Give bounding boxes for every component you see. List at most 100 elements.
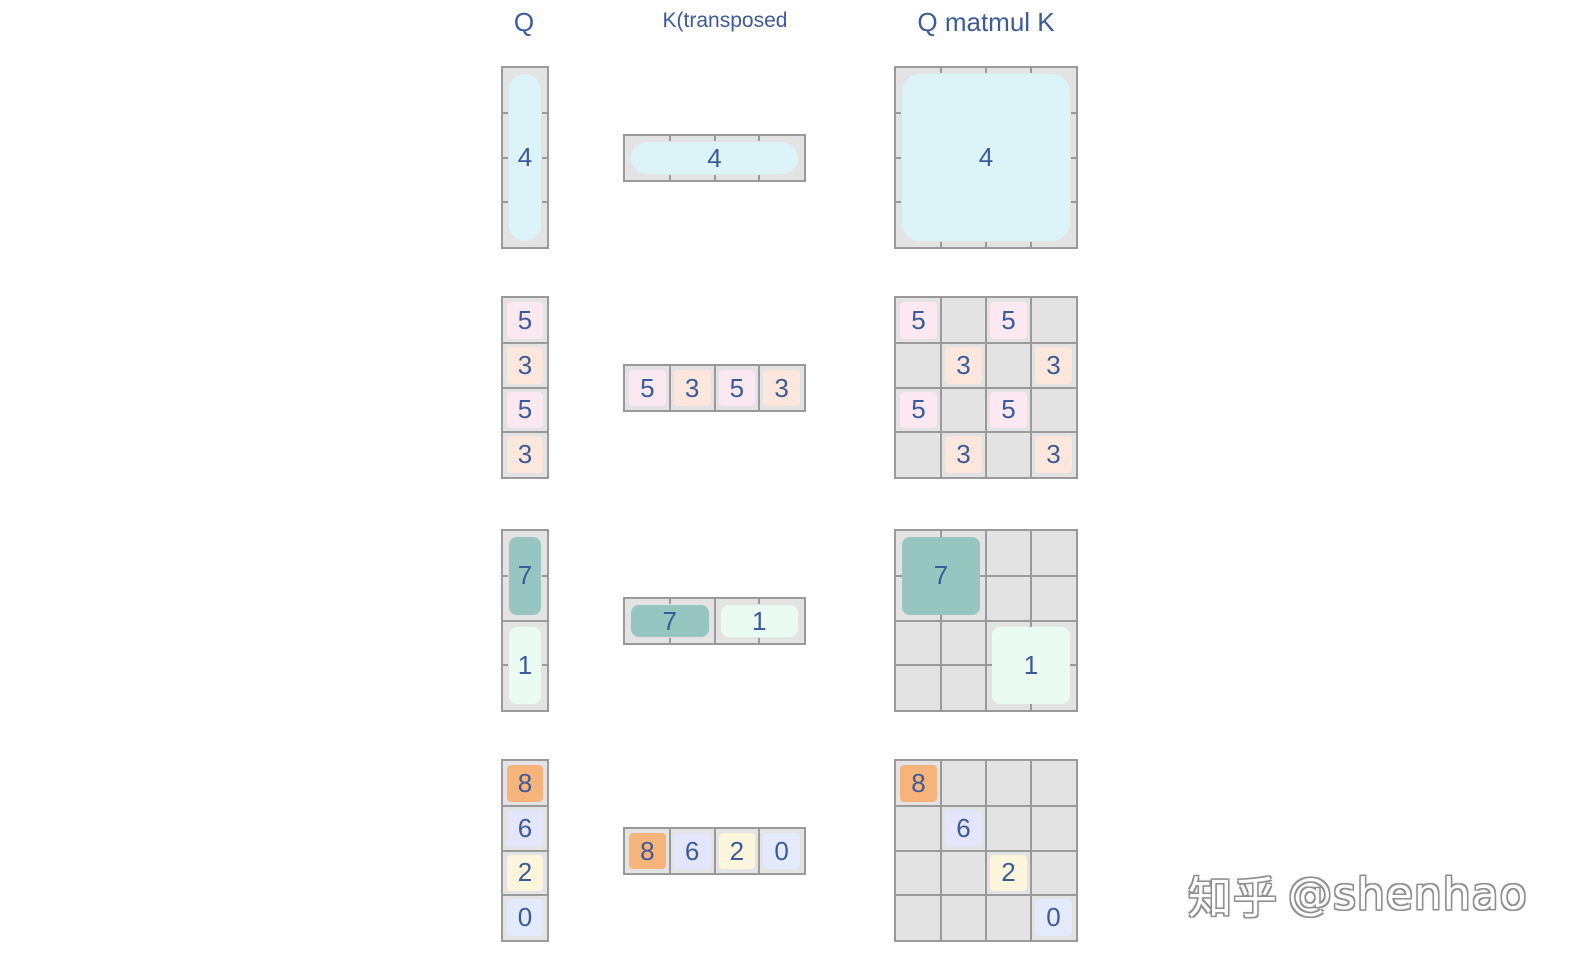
result-cell-row-2: 5 — [990, 391, 1027, 429]
result-cell-row-4: 0 — [1035, 899, 1072, 936]
result-matrix-row-2: 55335533 — [894, 296, 1078, 479]
grid-tick — [668, 175, 671, 180]
grid-line — [668, 829, 671, 873]
grid-tick — [503, 431, 508, 434]
grid-tick — [542, 804, 547, 807]
grid-tick — [1071, 201, 1076, 204]
grid-line — [503, 804, 547, 807]
grid-tick — [542, 619, 547, 622]
k-cell-row-4: 6 — [673, 833, 711, 869]
result-cell-row-2: 5 — [990, 302, 1027, 339]
grid-tick — [713, 175, 716, 180]
grid-line — [896, 849, 1076, 852]
k-cell-row-2: 3 — [763, 370, 800, 406]
grid-tick — [896, 894, 901, 897]
grid-tick — [896, 111, 901, 114]
grid-tick — [758, 599, 761, 604]
grid-tick — [896, 849, 901, 852]
grid-tick — [542, 574, 547, 577]
grid-tick — [1030, 298, 1032, 303]
result-cell-row-2: 5 — [900, 302, 937, 339]
grid-tick — [1071, 894, 1076, 897]
grid-tick — [896, 574, 901, 577]
k-matrix-row-3: 71 — [623, 597, 806, 645]
q-header: Q — [513, 7, 535, 37]
q-matrix-row-2: 5 3 5 3 — [501, 296, 549, 479]
grid-tick — [1071, 431, 1076, 434]
k-cell-row-2: 3 — [673, 370, 711, 406]
q-cell-row-4: 6 — [507, 809, 543, 847]
grid-line — [503, 849, 547, 852]
k-cell-row-4: 0 — [763, 833, 800, 869]
q-matrix-row-1: 4 — [501, 66, 549, 249]
grid-tick — [1071, 664, 1076, 667]
grid-tick — [1030, 531, 1032, 536]
result-matrix-row-4: 8620 — [894, 759, 1078, 942]
result-cell-row-3: 7 — [902, 537, 980, 615]
grid-tick — [1030, 935, 1032, 940]
grid-tick — [542, 894, 547, 897]
grid-tick — [713, 366, 716, 371]
grid-tick — [503, 619, 508, 622]
k-cell-row-4: 8 — [629, 833, 666, 869]
grid-tick — [503, 894, 508, 897]
k-matrix-row-1: 4 — [623, 134, 806, 182]
grid-line — [503, 431, 547, 434]
grid-tick — [940, 68, 942, 73]
result-matrix-row-3: 71 — [894, 529, 1078, 712]
grid-tick — [668, 829, 671, 834]
grid-tick — [985, 935, 987, 940]
grid-tick — [542, 156, 547, 159]
grid-line — [758, 829, 761, 873]
grid-tick — [896, 386, 901, 389]
result-cell-row-4: 8 — [900, 765, 937, 802]
grid-line — [503, 341, 547, 344]
q-cell-row-4: 0 — [507, 899, 543, 936]
grid-tick — [1030, 242, 1032, 247]
grid-line — [896, 894, 1076, 897]
q-matrix-row-3: 71 — [501, 529, 549, 712]
grid-tick — [758, 638, 761, 643]
grid-tick — [940, 242, 942, 247]
result-matrix-row-1: 4 — [894, 66, 1078, 249]
grid-tick — [503, 386, 508, 389]
grid-tick — [1071, 156, 1076, 159]
k-cell-row-4: 2 — [718, 833, 756, 869]
grid-tick — [503, 201, 508, 204]
grid-tick — [896, 201, 901, 204]
grid-tick — [896, 431, 901, 434]
grid-tick — [1030, 705, 1032, 710]
grid-tick — [1071, 849, 1076, 852]
grid-tick — [940, 472, 942, 477]
grid-tick — [758, 829, 761, 834]
watermark: 知乎 @shenhao — [1188, 864, 1533, 925]
grid-tick — [1071, 386, 1076, 389]
grid-line — [503, 386, 547, 389]
q-cell-row-3: 1 — [509, 626, 541, 704]
grid-tick — [1030, 68, 1032, 73]
grid-tick — [896, 341, 901, 344]
grid-line — [503, 894, 547, 897]
grid-tick — [940, 298, 942, 303]
grid-tick — [503, 111, 508, 114]
result-cell-row-4: 2 — [990, 854, 1027, 892]
k-matrix-row-4: 8620 — [623, 827, 806, 875]
grid-tick — [1071, 619, 1076, 622]
grid-tick — [985, 472, 987, 477]
grid-tick — [896, 619, 901, 622]
k-cell-row-1: 4 — [631, 142, 798, 174]
q-matrix-row-4: 8 6 2 0 — [501, 759, 549, 942]
result-cell-row-2: 5 — [900, 391, 937, 429]
grid-tick — [985, 242, 987, 247]
grid-tick — [542, 341, 547, 344]
grid-line — [503, 619, 547, 622]
grid-tick — [713, 405, 716, 410]
grid-tick — [1071, 111, 1076, 114]
q-cell-row-4: 8 — [507, 765, 543, 802]
result-cell-row-2: 3 — [945, 346, 982, 384]
result-cell-row-1: 4 — [902, 74, 1070, 241]
grid-tick — [758, 136, 761, 141]
q-cell-row-2: 3 — [507, 346, 543, 384]
q-cell-row-2: 5 — [507, 391, 543, 429]
q-cell-row-3: 7 — [509, 537, 541, 615]
